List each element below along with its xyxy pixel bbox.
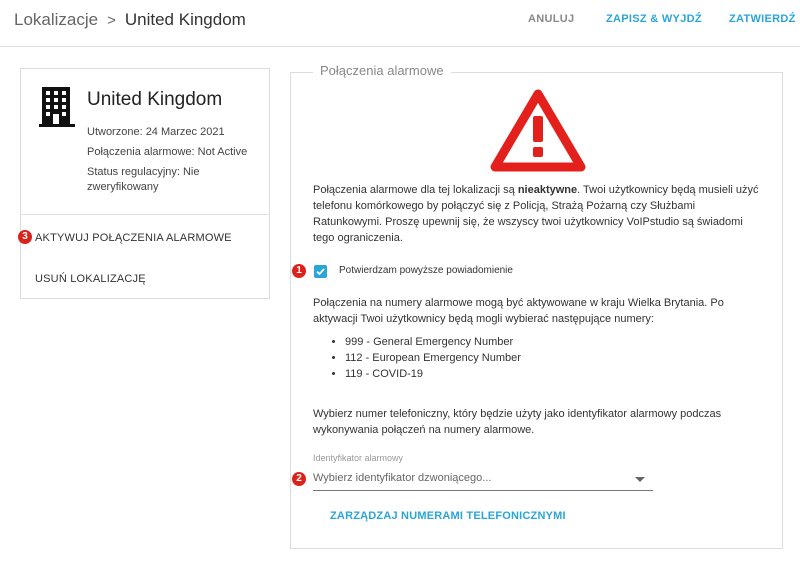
caller-id-select[interactable]: Wybierz identyfikator dzwoniącego... (313, 470, 653, 491)
location-card: United Kingdom Utworzone: 24 Marzec 2021… (20, 68, 270, 299)
panel-title: Połączenia alarmowe (313, 63, 451, 78)
confirm-label: Potwierdzam powyższe powiadomienie (339, 265, 513, 276)
card-divider (21, 214, 269, 215)
breadcrumb: Lokalizacje > United Kingdom (14, 10, 246, 30)
step-badge-2: 2 (292, 472, 306, 486)
building-icon (39, 87, 75, 127)
caller-id-placeholder: Wybierz identyfikator dzwoniącego... (313, 472, 492, 484)
confirm-checkbox[interactable] (314, 265, 327, 278)
step-badge-3: 3 (18, 230, 32, 244)
step-badge-1: 1 (292, 264, 306, 278)
list-item: 999 - General Emergency Number (345, 334, 521, 350)
breadcrumb-separator: > (107, 12, 116, 29)
emergency-numbers-list: 999 - General Emergency Number 112 - Eur… (329, 334, 521, 382)
location-name: United Kingdom (87, 89, 223, 110)
emergency-panel: Połączenia alarmowe Połączenia alarmowe … (290, 63, 783, 549)
cancel-button[interactable]: ANULUJ (528, 13, 574, 25)
field-label: Identyfikator alarmowy (313, 453, 404, 463)
inactive-status: nieaktywne (517, 184, 578, 196)
activation-info: Połączenia na numery alarmowe mogą być a… (313, 297, 724, 325)
check-icon (316, 268, 325, 276)
manage-numbers-button[interactable]: ZARZĄDZAJ NUMERAMI TELEFONICZNYMI (330, 510, 566, 522)
warning-triangle-icon (490, 89, 586, 172)
created-date: Utworzone: 24 Marzec 2021 (87, 126, 225, 138)
breadcrumb-current: United Kingdom (124, 10, 246, 29)
activate-emergency-calls-link[interactable]: AKTYWUJ POŁĄCZENIA ALARMOWE (35, 232, 232, 244)
choose-info: Wybierz numer telefoniczny, który będzie… (313, 408, 722, 436)
regulatory-status: Status regulacyjny: Nie zweryfikowany (87, 166, 200, 193)
emergency-status: Połączenia alarmowe: Not Active (87, 146, 248, 158)
breadcrumb-parent-link[interactable]: Lokalizacje (14, 10, 98, 29)
top-bar: Lokalizacje > United Kingdom ANULUJ ZAPISZ… (0, 0, 800, 47)
warning-text-start: Połączenia alarmowe dla tej lokalizacji … (313, 184, 518, 196)
save-exit-button[interactable]: ZAPISZ & WYJDŹ (606, 13, 702, 25)
dropdown-arrow-icon (635, 477, 645, 482)
delete-location-link[interactable]: USUŃ LOKALIZACJĘ (35, 273, 146, 285)
list-item: 112 - European Emergency Number (345, 350, 521, 366)
confirm-button[interactable]: ZATWIERDŹ (729, 13, 796, 25)
list-item: 119 - COVID-19 (345, 366, 521, 382)
warning-text: Połączenia alarmowe dla tej lokalizacji … (313, 182, 763, 246)
